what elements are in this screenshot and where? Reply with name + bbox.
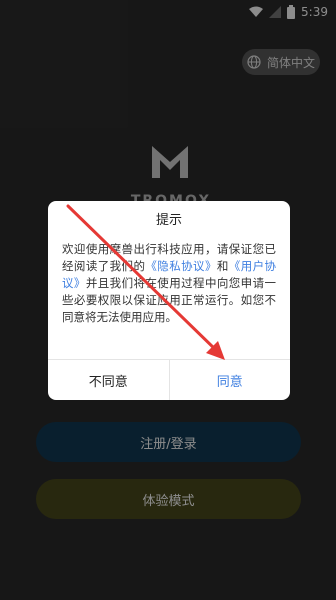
disagree-button[interactable]: 不同意 (48, 360, 170, 400)
privacy-policy-link[interactable]: 《隐私协议》 (145, 259, 216, 273)
app-screen: 5:39 简体中文 TROMOX 注册/登录 体验模式 提示 欢迎使用摩兽出行科… (0, 0, 336, 600)
privacy-dialog: 提示 欢迎使用摩兽出行科技应用，请保证您已经阅读了我们的《隐私协议》和《用户协议… (48, 201, 290, 400)
dialog-actions: 不同意 同意 (48, 359, 290, 400)
dialog-title: 提示 (155, 213, 182, 228)
dialog-message: 欢迎使用摩兽出行科技应用，请保证您已经阅读了我们的《隐私协议》和《用户协议》并且… (48, 241, 290, 326)
dialog-text-suffix: 并且我们将在使用过程中向您申请一些必要权限以保证应用正常运行。如您不同意将无法使… (62, 276, 277, 324)
dialog-text-and: 和 (216, 259, 229, 273)
agree-button[interactable]: 同意 (170, 360, 291, 400)
